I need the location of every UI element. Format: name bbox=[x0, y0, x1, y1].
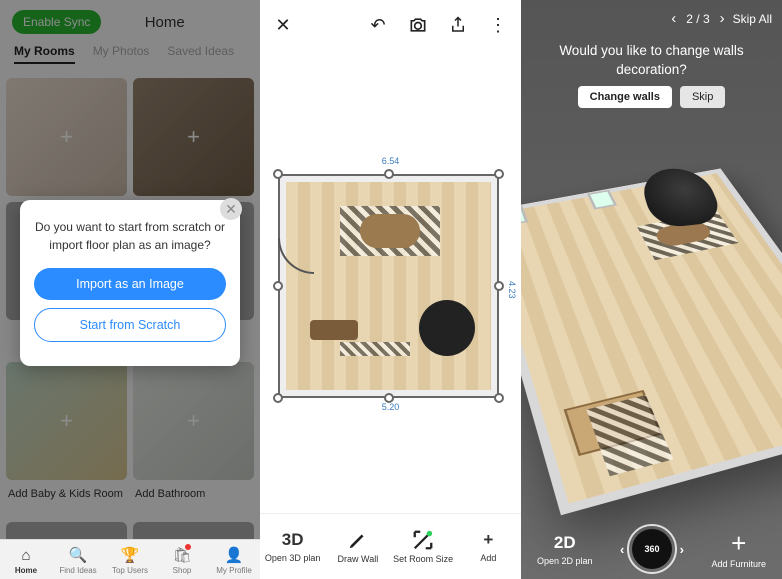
close-icon[interactable]: ✕ bbox=[220, 198, 242, 220]
modal-text: Do you want to start from scratch or imp… bbox=[34, 218, 226, 254]
draw-wall-button[interactable]: Draw Wall bbox=[325, 514, 390, 579]
badge-dot bbox=[185, 544, 191, 550]
nav-profile[interactable]: 👤 My Profile bbox=[208, 540, 260, 579]
start-modal: ✕ Do you want to start from scratch or i… bbox=[20, 200, 240, 366]
panel-2d-editor: ✕ ↶ ⋮ 6.54 4.23 5.20 1.36 0.95 bbox=[260, 0, 521, 579]
plus-icon: + bbox=[731, 530, 746, 556]
top-bar: ‹ 2 / 3 › Skip All bbox=[521, 10, 782, 27]
3d-icon: 3D bbox=[282, 530, 304, 550]
set-room-size-button[interactable]: Set Room Size bbox=[391, 514, 456, 579]
resize-handle[interactable] bbox=[273, 393, 283, 403]
3d-bottom-bar: 2D Open 2D plan 360 + Add Furniture bbox=[521, 519, 782, 579]
rug-item[interactable] bbox=[340, 342, 410, 356]
editor-toolbar: ✕ ↶ ⋮ bbox=[260, 0, 521, 50]
nav-label: Find Ideas bbox=[59, 566, 96, 575]
pencil-icon bbox=[346, 529, 370, 551]
bottom-nav: ⌂ Home 🔍 Find Ideas 🏆 Top Users 🛍Shop 👤 My P… bbox=[0, 539, 260, 579]
btn-label: Add bbox=[480, 553, 496, 563]
resize-handle[interactable] bbox=[494, 281, 504, 291]
prompt-actions: Change walls Skip bbox=[521, 86, 782, 108]
import-image-button[interactable]: Import as an Image bbox=[34, 268, 226, 300]
round-item[interactable] bbox=[419, 300, 475, 356]
dimension-label: 6.54 bbox=[382, 156, 400, 166]
prompt-message: Would you like to change walls decoratio… bbox=[521, 42, 782, 80]
page-indicator: 2 / 3 bbox=[686, 12, 709, 26]
camera-icon[interactable] bbox=[407, 14, 429, 36]
chevron-right-icon[interactable]: › bbox=[720, 10, 725, 27]
user-icon: 👤 bbox=[225, 546, 243, 564]
resize-icon bbox=[411, 529, 435, 551]
panel-3d-view: ‹ 2 / 3 › Skip All Would you like to cha… bbox=[521, 0, 782, 579]
nav-label: Top Users bbox=[112, 566, 148, 575]
bench-item[interactable] bbox=[310, 320, 358, 340]
table-item[interactable] bbox=[360, 214, 420, 248]
nav-label: My Profile bbox=[216, 566, 252, 575]
plus-icon: + bbox=[483, 530, 493, 550]
editor-bottom-bar: 3D Open 3D plan Draw Wall Set Room Size +… bbox=[260, 513, 521, 579]
dimension-label: 4.23 bbox=[507, 281, 517, 299]
start-scratch-button[interactable]: Start from Scratch bbox=[34, 308, 226, 342]
btn-label: Draw Wall bbox=[338, 554, 379, 564]
trophy-icon: 🏆 bbox=[121, 546, 139, 564]
change-walls-button[interactable]: Change walls bbox=[578, 86, 672, 108]
add-button[interactable]: + Add bbox=[456, 514, 521, 579]
nav-shop[interactable]: 🛍Shop bbox=[156, 540, 208, 579]
btn-label: Add Furniture bbox=[711, 559, 766, 569]
skip-all-button[interactable]: Skip All bbox=[733, 12, 772, 26]
home-icon: ⌂ bbox=[17, 546, 35, 564]
close-icon[interactable]: ✕ bbox=[272, 14, 294, 36]
room-3d-view[interactable] bbox=[521, 168, 782, 515]
resize-handle[interactable] bbox=[384, 393, 394, 403]
skip-button[interactable]: Skip bbox=[680, 86, 725, 108]
btn-label: Open 3D plan bbox=[265, 553, 321, 563]
orbit-360-button[interactable]: 360 bbox=[632, 529, 672, 569]
add-furniture-button[interactable]: + Add Furniture bbox=[711, 530, 766, 569]
open-3d-button[interactable]: 3D Open 3D plan bbox=[260, 514, 325, 579]
panel-my-rooms: Enable Sync Home My Rooms My Photos Save… bbox=[0, 0, 260, 579]
open-2d-button[interactable]: 2D Open 2D plan bbox=[537, 533, 593, 566]
2d-icon: 2D bbox=[554, 533, 576, 553]
pager: ‹ 2 / 3 › bbox=[671, 10, 724, 27]
nav-label: Shop bbox=[173, 566, 192, 575]
dimension-label: 5.20 bbox=[382, 402, 400, 412]
nav-label: Home bbox=[15, 566, 37, 575]
share-icon[interactable] bbox=[447, 14, 469, 36]
resize-handle[interactable] bbox=[494, 169, 504, 179]
floorplan-canvas[interactable]: 6.54 4.23 5.20 1.36 0.95 bbox=[260, 56, 521, 513]
chevron-left-icon[interactable]: ‹ bbox=[671, 10, 676, 27]
undo-icon[interactable]: ↶ bbox=[367, 14, 389, 36]
door-arc[interactable] bbox=[278, 238, 314, 274]
nav-top-users[interactable]: 🏆 Top Users bbox=[104, 540, 156, 579]
resize-handle[interactable] bbox=[384, 169, 394, 179]
search-icon: 🔍 bbox=[69, 546, 87, 564]
room-outline[interactable] bbox=[280, 176, 497, 396]
resize-handle[interactable] bbox=[273, 281, 283, 291]
nav-home[interactable]: ⌂ Home bbox=[0, 540, 52, 579]
more-icon[interactable]: ⋮ bbox=[487, 14, 509, 36]
resize-handle[interactable] bbox=[273, 169, 283, 179]
resize-handle[interactable] bbox=[494, 393, 504, 403]
nav-find-ideas[interactable]: 🔍 Find Ideas bbox=[52, 540, 104, 579]
btn-label: Set Room Size bbox=[393, 554, 453, 564]
btn-label: Open 2D plan bbox=[537, 556, 593, 566]
